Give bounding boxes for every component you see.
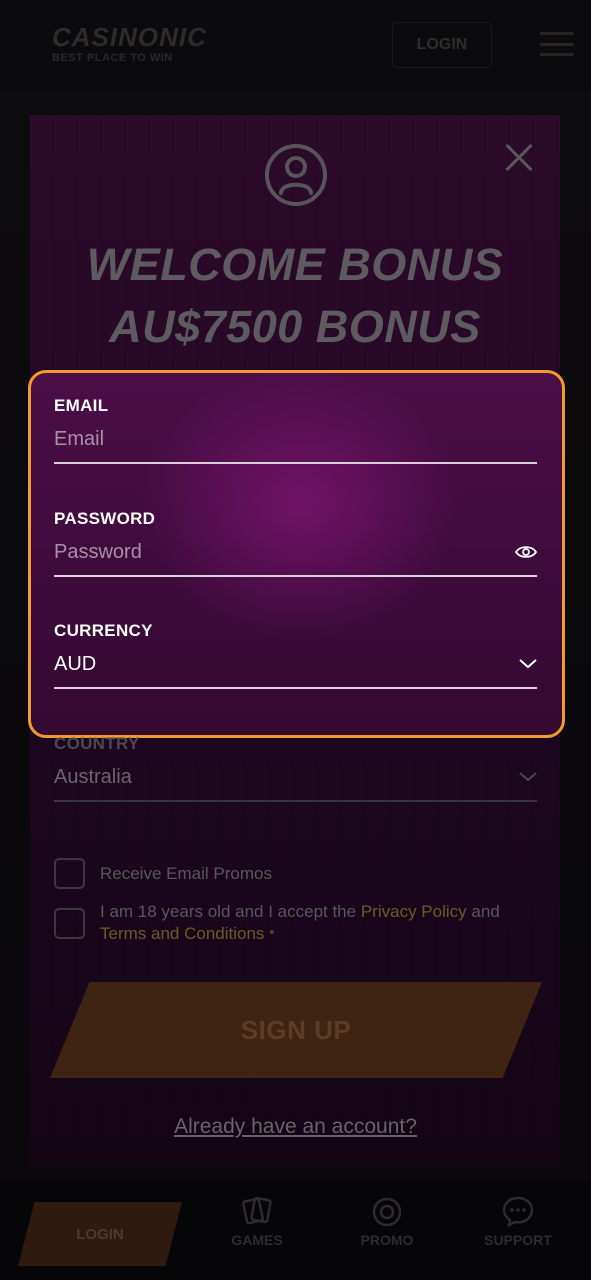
bottom-nav: LOGIN GAMES PROMO SUPPORT — [0, 1182, 591, 1280]
close-icon[interactable] — [500, 139, 538, 177]
user-icon — [265, 144, 327, 206]
nav-games[interactable]: GAMES — [212, 1194, 302, 1248]
nav-support[interactable]: SUPPORT — [473, 1194, 563, 1248]
nav-support-label: SUPPORT — [484, 1232, 552, 1248]
bonus-title: WELCOME BONUS — [86, 239, 504, 290]
password-input[interactable] — [54, 540, 474, 564]
country-field-group: COUNTRY Australia — [54, 734, 537, 802]
site-logo-tagline: BEST PLACE TO WIN — [52, 52, 173, 64]
already-have-account-link[interactable]: Already have an account? — [0, 1115, 591, 1139]
terms-checkbox-row: I am 18 years old and I accept the Priva… — [54, 901, 530, 945]
password-label: PASSWORD — [54, 509, 156, 528]
nav-promo[interactable]: PROMO — [342, 1194, 432, 1248]
chat-icon — [502, 1196, 534, 1228]
promo-checkbox-row: Receive Email Promos — [54, 858, 272, 889]
terms-text: I am 18 years old and I accept the Priva… — [100, 902, 500, 943]
nav-promo-label: PROMO — [360, 1232, 414, 1248]
currency-select[interactable]: AUD — [54, 641, 537, 689]
password-field-group: PASSWORD — [54, 509, 537, 577]
nav-games-label: GAMES — [231, 1232, 283, 1248]
email-input[interactable] — [54, 427, 474, 451]
site-header: CASINONIC BEST PLACE TO WIN LOGIN — [0, 0, 591, 92]
currency-value: AUD — [54, 652, 97, 675]
terms-link[interactable]: Terms and Conditions — [100, 924, 264, 943]
site-logo[interactable]: CASINONIC — [52, 22, 207, 53]
bonus-amount: AU$7500 BONUS — [109, 301, 481, 352]
required-marker: * — [269, 926, 275, 942]
currency-field-group: CURRENCY AUD — [54, 621, 537, 689]
country-label: COUNTRY — [54, 734, 140, 753]
email-label: EMAIL — [54, 396, 109, 415]
terms-checkbox[interactable] — [54, 908, 85, 939]
promo-checkbox[interactable] — [54, 858, 85, 889]
privacy-policy-link[interactable]: Privacy Policy — [361, 902, 467, 921]
menu-icon[interactable] — [540, 32, 574, 56]
country-select[interactable]: Australia — [54, 754, 537, 802]
nav-login-button[interactable]: LOGIN — [18, 1202, 182, 1266]
currency-label: CURRENCY — [54, 621, 153, 640]
eye-icon[interactable] — [515, 544, 537, 560]
promo-checkbox-label: Receive Email Promos — [100, 864, 272, 883]
header-login-button[interactable]: LOGIN — [392, 22, 492, 68]
email-field-group: EMAIL — [54, 396, 537, 464]
chevron-down-icon — [519, 772, 537, 782]
sign-up-button[interactable]: SIGN UP — [50, 982, 542, 1078]
cards-icon — [242, 1196, 272, 1225]
country-value: Australia — [54, 765, 132, 788]
chip-icon — [372, 1197, 402, 1227]
chevron-down-icon — [519, 659, 537, 669]
